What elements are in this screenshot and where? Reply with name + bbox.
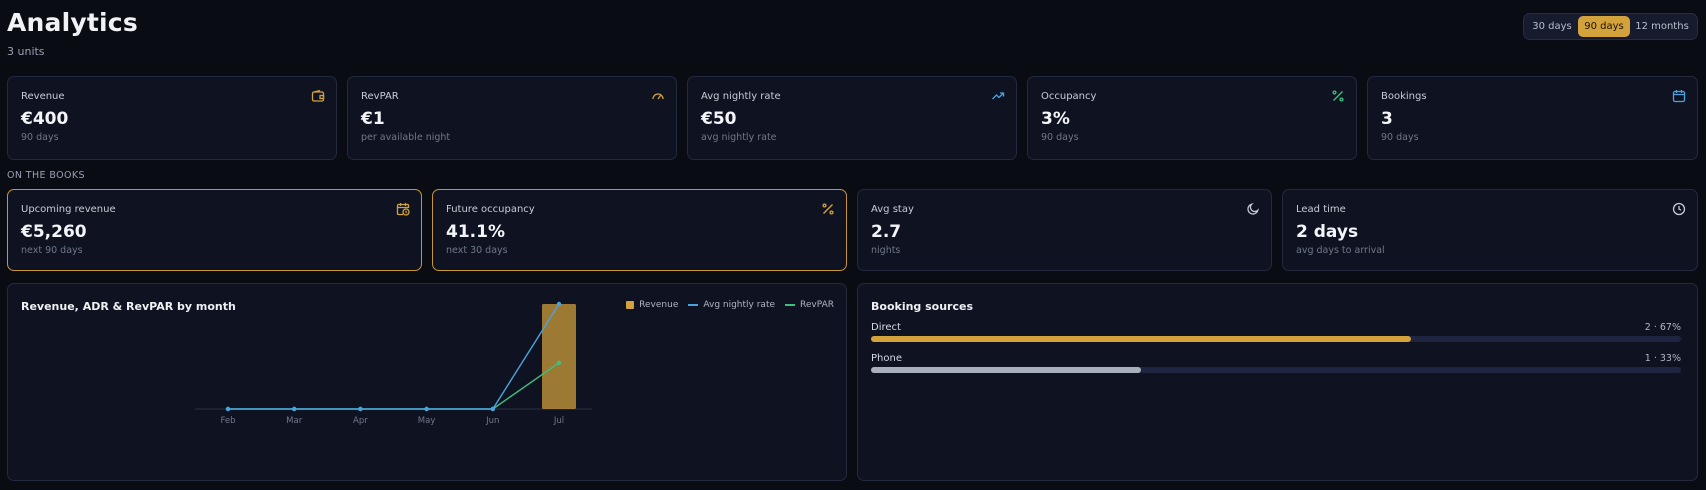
- kpi-value: €50: [701, 109, 737, 129]
- kpi-label: Avg stay: [871, 204, 914, 215]
- kpi-sub: next 90 days: [21, 245, 83, 256]
- kpi-sub: avg nightly rate: [701, 132, 777, 143]
- kpi-value: 3%: [1041, 109, 1070, 129]
- otb-card-avg-stay: Avg stay 2.7 nights: [857, 189, 1272, 271]
- point-avg-nightly-rate-apr: [358, 406, 363, 412]
- otb-card-lead-time: Lead time 2 days avg days to arrival: [1282, 189, 1698, 271]
- kpi-value: €400: [21, 109, 69, 129]
- percent-icon: [1332, 90, 1344, 102]
- kpi-value: 3: [1381, 109, 1393, 129]
- booking-sources-panel: Booking sources Direct 2 · 67% Phone 1 ·…: [857, 283, 1698, 481]
- source-bar-track: [871, 367, 1681, 373]
- kpi-value: €5,260: [21, 222, 87, 242]
- wallet-icon: [311, 89, 325, 102]
- x-tick-label: Jun: [485, 416, 499, 426]
- moon-icon: [1247, 202, 1260, 215]
- kpi-label: RevPAR: [361, 91, 399, 102]
- source-bar-track: [871, 336, 1681, 342]
- point-revpar-jul: [556, 360, 562, 365]
- source-stat: 1 · 33%: [1644, 353, 1681, 364]
- kpi-card-bookings: Bookings 3 90 days: [1367, 76, 1698, 160]
- otb-card-upcoming-revenue: Upcoming revenue €5,260 next 90 days: [7, 189, 422, 271]
- percent-icon: [822, 203, 834, 215]
- page-subtitle: 3 units: [7, 45, 45, 58]
- source-bar-fill: [871, 367, 1141, 373]
- kpi-value: 41.1%: [446, 222, 505, 242]
- line-revpar: [228, 362, 560, 410]
- calendar-clock-icon: [396, 203, 410, 216]
- x-tick-label: Jul: [553, 416, 564, 426]
- source-stat: 2 · 67%: [1644, 322, 1681, 333]
- x-tick-label: Feb: [220, 416, 235, 426]
- kpi-card-occupancy: Occupancy 3% 90 days: [1027, 76, 1357, 160]
- point-avg-nightly-rate-jul: [556, 301, 562, 307]
- point-avg-nightly-rate-mar: [292, 406, 297, 412]
- clock-icon: [1672, 202, 1686, 216]
- kpi-label: Bookings: [1381, 91, 1427, 102]
- kpi-sub: avg days to arrival: [1296, 245, 1385, 256]
- kpi-sub: per available night: [361, 132, 451, 143]
- bar-revenue-jul: [542, 304, 576, 409]
- range-30-days-button[interactable]: 30 days: [1526, 16, 1578, 37]
- point-avg-nightly-rate-feb: [225, 406, 231, 412]
- x-tick-label: May: [418, 416, 436, 426]
- kpi-label: Revenue: [21, 91, 65, 102]
- kpi-sub: 90 days: [1041, 132, 1079, 143]
- source-name: Direct: [871, 322, 901, 333]
- source-bar-fill: [871, 336, 1412, 342]
- booking-sources-title: Booking sources: [871, 300, 974, 313]
- kpi-card-revenue: Revenue €400 90 days: [7, 76, 337, 160]
- kpi-value: 2.7: [871, 222, 902, 242]
- revenue-chart: Feb Mar Apr May Jun Jul: [195, 301, 592, 426]
- kpi-sub: 90 days: [1381, 132, 1419, 143]
- kpi-label: Upcoming revenue: [21, 204, 116, 215]
- x-tick-label: Apr: [353, 416, 368, 426]
- kpi-label: Lead time: [1296, 204, 1346, 215]
- x-tick-label: Mar: [286, 416, 303, 426]
- point-avg-nightly-rate-jun: [490, 406, 495, 412]
- line-avg-nightly-rate: [228, 303, 560, 410]
- point-avg-nightly-rate-may: [424, 406, 429, 412]
- kpi-label: Avg nightly rate: [701, 91, 781, 102]
- gauge-icon: [652, 93, 664, 100]
- trending-up-icon: [992, 92, 1005, 100]
- kpi-sub: next 30 days: [446, 245, 508, 256]
- kpi-value: 2 days: [1296, 222, 1359, 242]
- range-90-days-button[interactable]: 90 days: [1578, 16, 1630, 37]
- kpi-card-revpar: RevPAR €1 per available night: [347, 76, 677, 160]
- kpi-label: Future occupancy: [446, 204, 535, 215]
- kpi-sub: 90 days: [21, 132, 59, 143]
- section-label-on-the-books: ON THE BOOKS: [7, 170, 85, 181]
- range-12-months-button[interactable]: 12 months: [1630, 16, 1694, 37]
- page-title: Analytics: [7, 8, 138, 37]
- kpi-value: €1: [361, 109, 385, 129]
- calendar-icon: [1672, 90, 1686, 103]
- kpi-label: Occupancy: [1041, 91, 1097, 102]
- revenue-chart-panel: Revenue, ADR & RevPAR by month Revenue A…: [7, 283, 847, 481]
- otb-card-future-occupancy: Future occupancy 41.1% next 30 days: [432, 189, 847, 271]
- date-range-toggle: 30 days 90 days 12 months: [1523, 13, 1698, 40]
- kpi-card-avg-nightly-rate: Avg nightly rate €50 avg nightly rate: [687, 76, 1017, 160]
- source-name: Phone: [871, 353, 902, 364]
- kpi-sub: nights: [871, 245, 901, 256]
